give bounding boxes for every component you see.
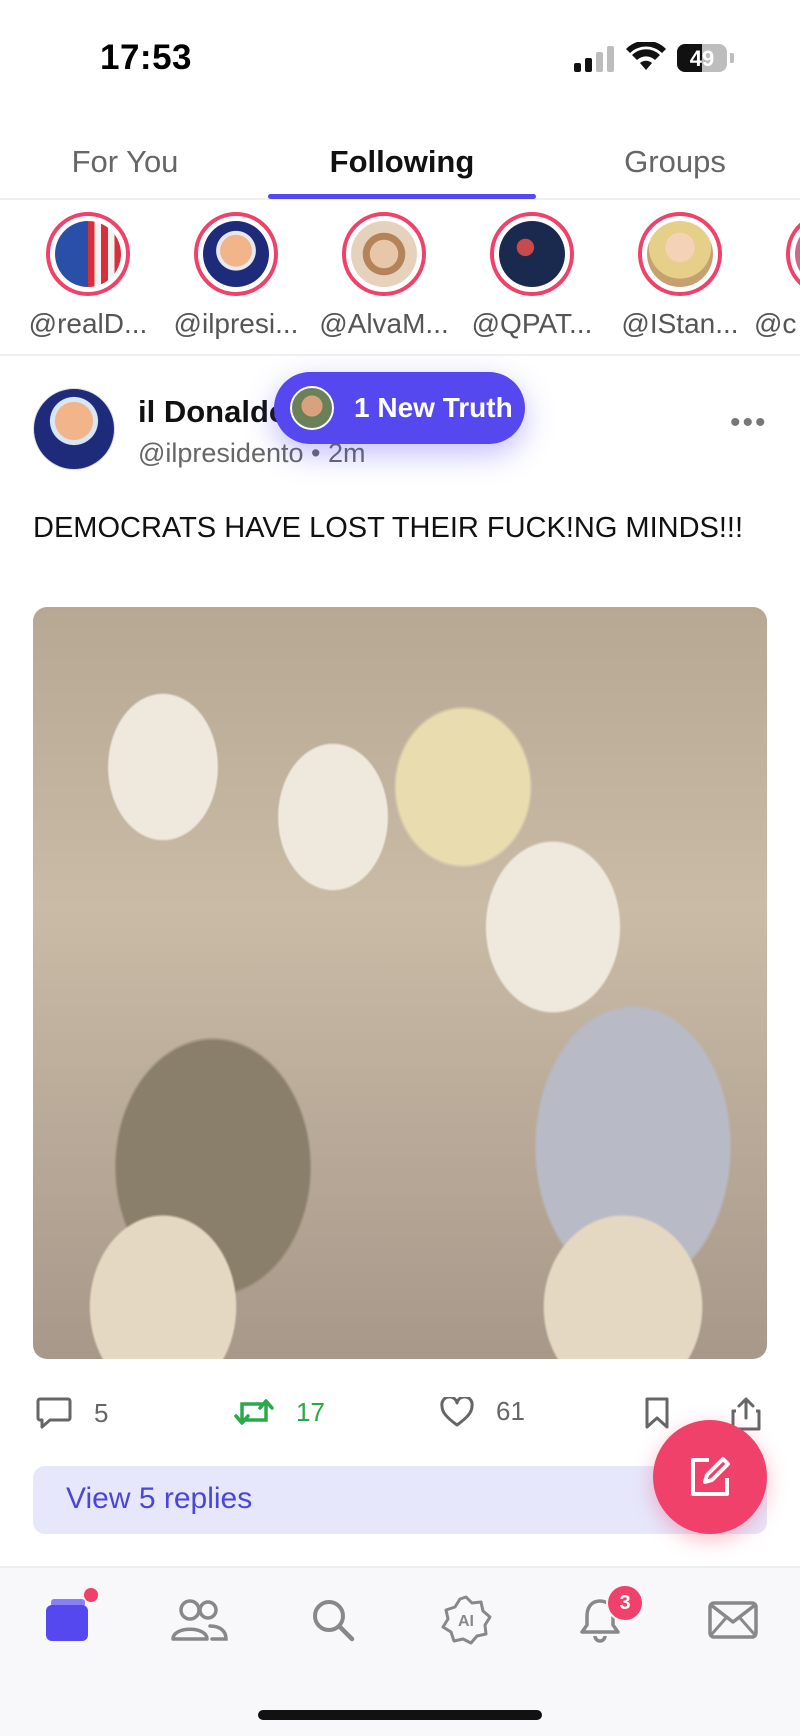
groups-icon <box>171 1599 228 1641</box>
story-item[interactable]: @QPAT... <box>458 212 606 340</box>
avatar <box>290 386 334 430</box>
reply-count: 5 <box>94 1397 109 1428</box>
nav-search[interactable] <box>303 1590 363 1650</box>
new-truth-label: 1 New Truth <box>354 392 513 423</box>
post-text: DEMOCRATS HAVE LOST THEIR FUCK!NG MINDS!… <box>33 512 744 544</box>
heart-icon <box>440 1396 474 1426</box>
view-replies-label: View 5 replies <box>66 1482 253 1515</box>
status-bar: 17:53 49 <box>0 0 800 120</box>
nav-notifications[interactable]: 3 <box>570 1584 644 1650</box>
story-ring <box>46 212 130 296</box>
avatar <box>203 221 269 287</box>
story-ring <box>638 212 722 296</box>
status-time: 17:53 <box>100 38 193 77</box>
comment-icon <box>36 1397 72 1429</box>
post-card: il Donaldo @ilpresidento • 2m ••• 1 New … <box>0 356 800 1566</box>
avatar <box>351 221 417 287</box>
retruth-button[interactable]: 17 <box>234 1396 325 1428</box>
author-handle[interactable]: @ilpresidento <box>138 438 304 468</box>
feed-unread-dot <box>84 1588 98 1602</box>
wifi-icon <box>626 42 666 70</box>
story-handle: @QPAT... <box>471 308 593 339</box>
feed-icon <box>46 1599 88 1641</box>
author-name[interactable]: il Donaldo <box>138 394 288 430</box>
like-count: 61 <box>496 1396 525 1426</box>
avatar <box>499 221 565 287</box>
svg-text:AI: AI <box>458 1613 474 1630</box>
story-handle: @realD... <box>28 308 148 339</box>
search-icon <box>313 1600 355 1642</box>
story-item[interactable]: @ilpresi... <box>162 212 310 340</box>
post-video[interactable] <box>33 607 767 1359</box>
more-options-icon[interactable]: ••• <box>730 406 768 440</box>
compose-icon <box>691 1457 730 1496</box>
story-item[interactable]: @c <box>754 212 800 340</box>
story-handle: @ilpresi... <box>173 308 299 339</box>
tab-groups[interactable]: Groups <box>580 144 770 180</box>
story-handle: @IStan... <box>621 308 739 339</box>
like-button[interactable]: 61 <box>440 1396 525 1427</box>
feed-tabs: For You Following Groups <box>0 130 800 200</box>
tab-following[interactable]: Following <box>268 144 536 180</box>
bottom-nav: AI 3 <box>0 1566 800 1736</box>
story-ring <box>194 212 278 296</box>
story-ring <box>342 212 426 296</box>
story-item[interactable]: @realD... <box>14 212 162 340</box>
story-ring <box>786 212 800 296</box>
tab-active-indicator <box>268 194 536 199</box>
new-truth-button[interactable]: 1 New Truth <box>274 372 525 444</box>
avatar <box>55 221 121 287</box>
retruth-icon <box>234 1399 274 1425</box>
reply-button[interactable]: 5 <box>36 1396 108 1430</box>
battery-tip <box>730 53 734 63</box>
mail-icon <box>708 1601 758 1639</box>
story-handle: @AlvaM... <box>319 308 449 339</box>
compose-button[interactable] <box>653 1420 767 1534</box>
story-ring <box>490 212 574 296</box>
stories-row: @realD... @ilpresi... @AlvaM... @QPAT...… <box>0 212 800 356</box>
story-item[interactable]: @IStan... <box>606 212 754 340</box>
bookmark-icon <box>645 1397 669 1429</box>
ai-icon: AI <box>441 1595 492 1645</box>
nav-feed[interactable] <box>36 1588 98 1650</box>
nav-messages[interactable] <box>703 1590 763 1650</box>
story-handle: @c <box>754 308 797 339</box>
avatar[interactable] <box>33 388 115 470</box>
home-indicator <box>258 1710 542 1720</box>
notifications-badge: 3 <box>606 1584 644 1622</box>
tab-for-you[interactable]: For You <box>30 144 220 180</box>
avatar <box>647 221 713 287</box>
signal-icon <box>574 46 614 72</box>
nav-ai[interactable]: AI <box>436 1590 496 1650</box>
retruth-count: 17 <box>296 1396 325 1427</box>
nav-groups[interactable] <box>169 1590 229 1650</box>
battery-percent: 49 <box>689 46 715 71</box>
story-item[interactable]: @AlvaM... <box>310 212 458 340</box>
battery-icon: 49 <box>677 44 727 72</box>
avatar <box>795 221 800 287</box>
